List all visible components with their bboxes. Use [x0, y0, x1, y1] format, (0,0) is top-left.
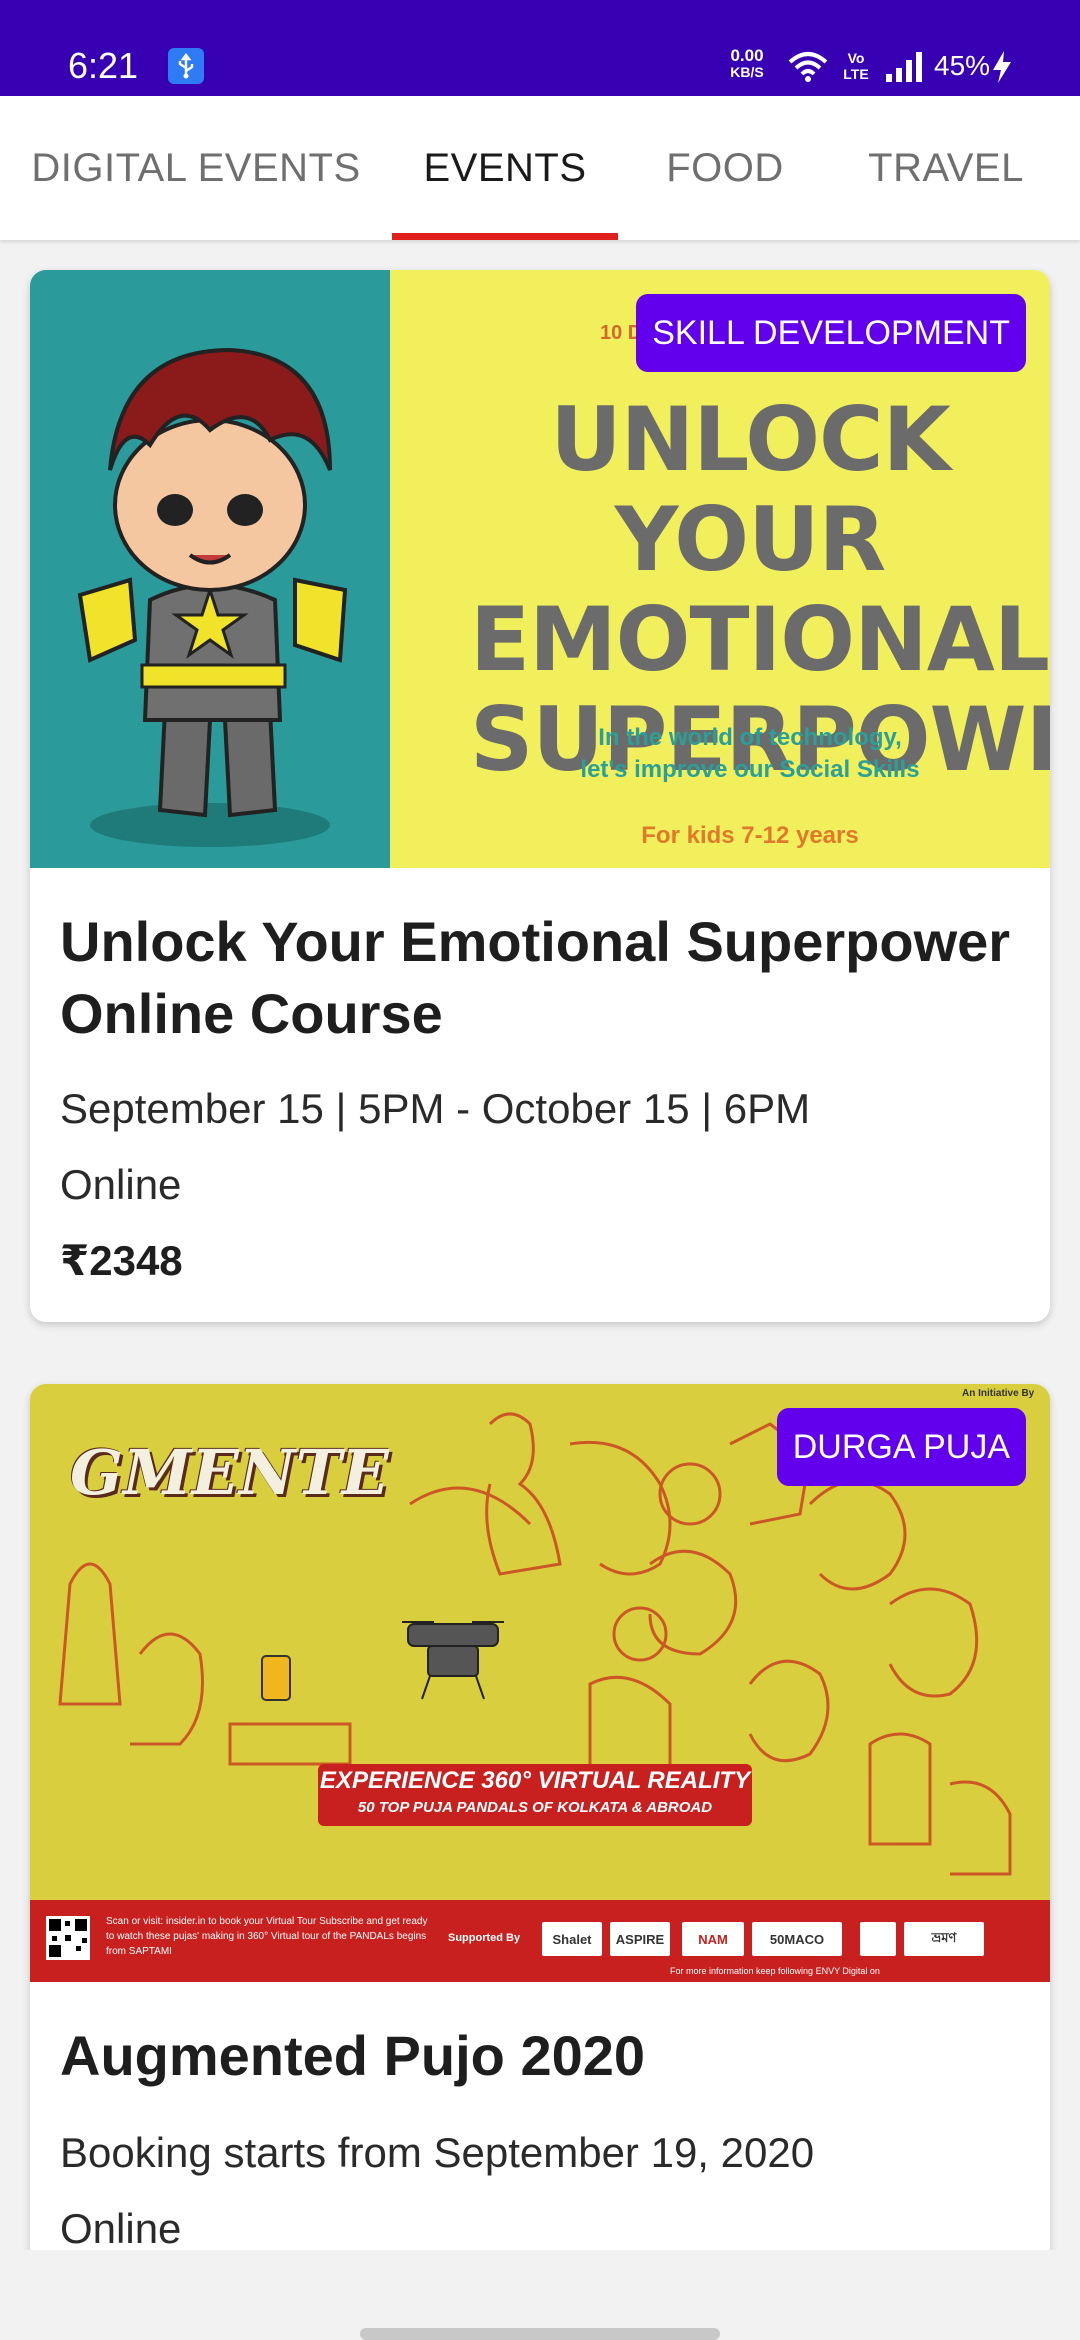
- event-price: ₹2348: [60, 1237, 183, 1284]
- gesture-navigation-handle[interactable]: [360, 2328, 720, 2340]
- event-card[interactable]: GMENTE An Initiative By EXPERIENCE 360° …: [30, 1384, 1050, 2340]
- banner-footer: Scan or visit: insider.in to book your V…: [30, 1900, 1050, 1982]
- vr-headline: EXPERIENCE 360° VIRTUAL REALITY: [319, 1767, 751, 1794]
- banner-subtitle: In the world of technology, let's improv…: [470, 722, 1030, 786]
- event-title: Augmented Pujo 2020: [60, 2024, 646, 2087]
- supported-by-label: Supported By: [448, 1932, 521, 1944]
- volte-label-top: Vo: [847, 50, 865, 66]
- bottom-area: [0, 2250, 1080, 2340]
- volte-label-bottom: LTE: [843, 66, 869, 82]
- sponsor-logo: Shalet: [542, 1922, 602, 1956]
- wifi-icon: [788, 52, 828, 82]
- volte-icon: Vo LTE: [842, 50, 870, 82]
- event-location: Online: [60, 1161, 182, 1208]
- network-speed-value: 0.00: [730, 46, 764, 65]
- tab-events[interactable]: EVENTS: [392, 96, 618, 240]
- category-badge: DURGA PUJA: [776, 1408, 1026, 1486]
- banner-subtitle-line2: let's improve our Social Skills: [580, 756, 920, 783]
- augmented-pujo-logo: GMENTE: [70, 1436, 389, 1509]
- sponsor-logo: NAM: [682, 1922, 744, 1956]
- event-banner-image: GMENTE An Initiative By EXPERIENCE 360° …: [30, 1384, 1050, 1982]
- category-badge: SKILL DEVELOPMENT: [636, 294, 1026, 372]
- signal-icon: [886, 52, 922, 82]
- vr-subheadline: 50 TOP PUJA PANDALS OF KOLKATA & ABROAD: [357, 1799, 713, 1816]
- more-info-text: For more information keep following ENVY…: [670, 1966, 880, 1976]
- tab-digital-events[interactable]: DIGITAL EVENTS: [0, 96, 392, 240]
- banner-footer-text: Scan or visit: insider.in to book your V…: [106, 1916, 428, 1957]
- logo-text: GMENTE: [70, 1436, 389, 1509]
- banner-subtitle-line1: In the world of technology,: [598, 724, 902, 751]
- network-speed: 0.00 KB/S: [722, 47, 772, 80]
- battery-percentage: 45%: [934, 50, 991, 81]
- event-dates: September 15 | 5PM - October 15 | 6PM: [60, 1085, 811, 1132]
- superhero-kid-illustration: [77, 347, 348, 847]
- charging-bolt-icon: [993, 51, 1011, 83]
- event-banner-image: 10 D UNLOCK YOUR EMOTIONAL SUPERPOWER In…: [30, 270, 1050, 868]
- vr-banner: EXPERIENCE 360° VIRTUAL REALITY 50 TOP P…: [318, 1764, 752, 1826]
- sponsor-logo: [860, 1922, 896, 1956]
- initiative-label: An Initiative By: [962, 1388, 1035, 1399]
- category-tab-bar: DIGITAL EVENTS EVENTS FOOD TRAVEL: [0, 96, 1080, 240]
- tab-food[interactable]: FOOD: [640, 96, 810, 240]
- sponsor-logo: ASPIRE: [610, 1922, 670, 1956]
- sponsor-logo: 50MACO: [752, 1922, 842, 1956]
- banner-audience: For kids 7-12 years: [641, 822, 859, 849]
- qr-code-icon: [46, 1916, 90, 1960]
- banner-illustration-panel: [30, 270, 390, 868]
- tab-travel[interactable]: TRAVEL: [840, 96, 1052, 240]
- network-speed-unit: KB/S: [730, 64, 764, 80]
- sponsor-logo: ভ্রমণ: [904, 1922, 984, 1956]
- status-bar: 6:21 0.00 KB/S Vo LTE 45%: [0, 0, 1080, 96]
- usb-icon: [168, 48, 204, 84]
- event-title: Unlock Your Emotional Superpower Online …: [60, 910, 1011, 1045]
- active-tab-indicator: [392, 233, 618, 240]
- status-time: 6:21: [68, 45, 139, 86]
- event-location: Online: [60, 2205, 182, 2252]
- event-dates: Booking starts from September 19, 2020: [60, 2129, 815, 2176]
- event-card[interactable]: 10 D UNLOCK YOUR EMOTIONAL SUPERPOWER In…: [30, 270, 1050, 1322]
